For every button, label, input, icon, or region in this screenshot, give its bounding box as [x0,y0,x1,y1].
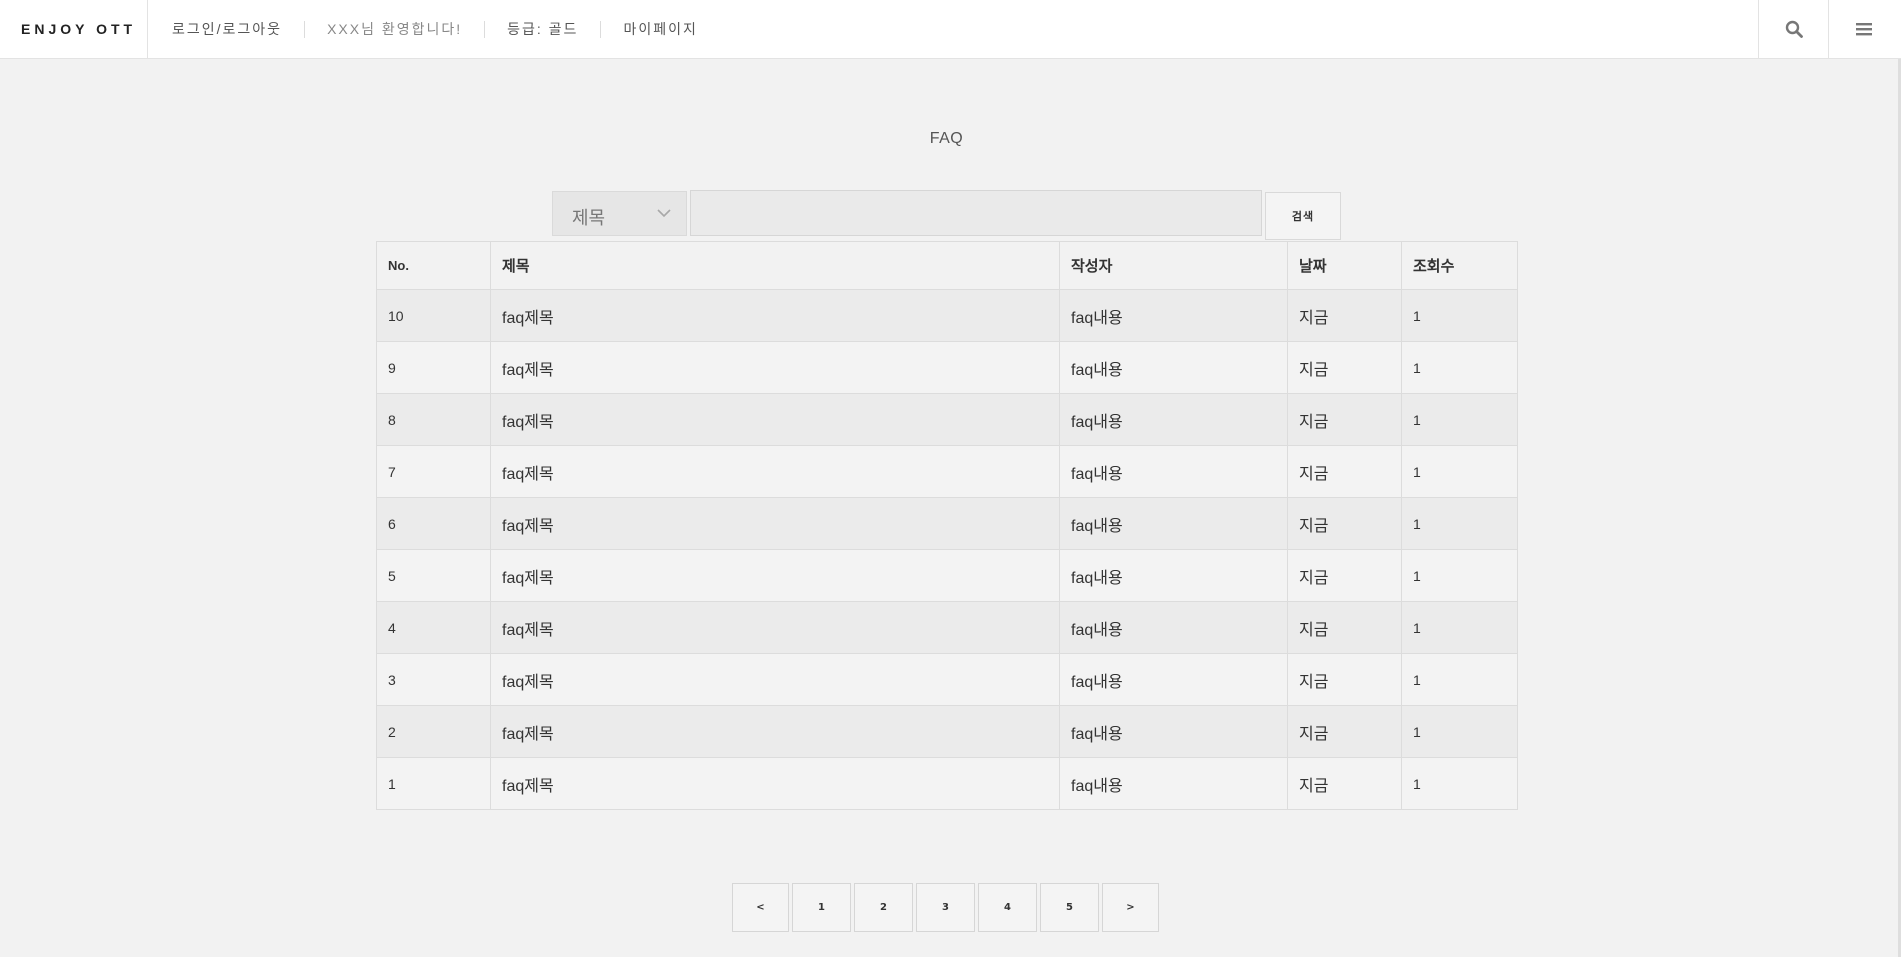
row-views: 1 [1401,601,1518,654]
login-logout-link[interactable]: 로그인/로그아웃 [148,21,304,38]
page-button-2[interactable]: 2 [854,883,913,932]
row-views: 1 [1401,549,1518,602]
row-date: 지금 [1287,705,1402,758]
row-number: 5 [376,549,491,602]
table-row[interactable]: 1 faq제목 faq내용 지금 1 [376,757,1518,810]
search-field-selected-value: 제목 [572,208,606,228]
faq-table: No. 제목 작성자 날짜 조회수 10 faq제목 faq내용 지금 1 9 … [376,241,1518,810]
row-date: 지금 [1287,445,1402,498]
column-header-views: 조회수 [1401,241,1518,290]
chevron-down-icon [657,209,671,218]
header-search-button[interactable] [1758,0,1828,58]
row-title-link[interactable]: faq제목 [490,705,1060,758]
search-input[interactable] [690,190,1262,236]
search-icon [1785,20,1803,38]
row-writer: faq내용 [1059,497,1288,550]
row-views: 1 [1401,341,1518,394]
page-prev-button[interactable]: < [732,883,789,932]
row-date: 지금 [1287,289,1402,342]
table-row[interactable]: 8 faq제목 faq내용 지금 1 [376,393,1518,446]
column-header-date: 날짜 [1287,241,1402,290]
table-row[interactable]: 6 faq제목 faq내용 지금 1 [376,497,1518,550]
search-button[interactable]: 검색 [1265,192,1341,240]
row-number: 3 [376,653,491,706]
table-row[interactable]: 4 faq제목 faq내용 지금 1 [376,601,1518,654]
row-views: 1 [1401,705,1518,758]
mypage-link[interactable]: 마이페이지 [600,20,719,38]
row-number: 10 [376,289,491,342]
row-writer: faq내용 [1059,757,1288,810]
pagination: < 1 2 3 4 5 > [732,883,1162,932]
row-writer: faq내용 [1059,601,1288,654]
row-number: 6 [376,497,491,550]
page-next-button[interactable]: > [1102,883,1159,932]
table-row[interactable]: 7 faq제목 faq내용 지금 1 [376,445,1518,498]
row-number: 8 [376,393,491,446]
row-writer: faq내용 [1059,445,1288,498]
row-number: 7 [376,445,491,498]
header-links: 로그인/로그아웃 XXX님 환영합니다! 등급: 골드 마이페이지 [148,0,720,58]
menu-icon [1855,23,1872,36]
table-row[interactable]: 2 faq제목 faq내용 지금 1 [376,705,1518,758]
column-header-writer: 작성자 [1059,241,1288,290]
row-number: 9 [376,341,491,394]
row-views: 1 [1401,393,1518,446]
row-views: 1 [1401,497,1518,550]
table-row[interactable]: 9 faq제목 faq내용 지금 1 [376,341,1518,394]
page-button-5[interactable]: 5 [1040,883,1099,932]
grade-text: 등급: 골드 [484,20,600,38]
table-row[interactable]: 3 faq제목 faq내용 지금 1 [376,653,1518,706]
page-title: FAQ [929,130,964,147]
page-button-4[interactable]: 4 [978,883,1037,932]
row-views: 1 [1401,757,1518,810]
row-views: 1 [1401,445,1518,498]
row-date: 지금 [1287,757,1402,810]
row-writer: faq내용 [1059,341,1288,394]
row-date: 지금 [1287,393,1402,446]
row-title-link[interactable]: faq제목 [490,341,1060,394]
row-number: 4 [376,601,491,654]
row-writer: faq내용 [1059,705,1288,758]
brand-logo[interactable]: ENJOY OTT [0,0,148,58]
search-field-select[interactable]: 제목 [552,191,687,236]
row-writer: faq내용 [1059,549,1288,602]
row-number: 2 [376,705,491,758]
row-title-link[interactable]: faq제목 [490,289,1060,342]
table-row[interactable]: 10 faq제목 faq내용 지금 1 [376,289,1518,342]
row-number: 1 [376,757,491,810]
row-views: 1 [1401,653,1518,706]
table-header-row: No. 제목 작성자 날짜 조회수 [376,241,1518,290]
row-writer: faq내용 [1059,289,1288,342]
row-title-link[interactable]: faq제목 [490,445,1060,498]
row-title-link[interactable]: faq제목 [490,549,1060,602]
table-row[interactable]: 5 faq제목 faq내용 지금 1 [376,549,1518,602]
page-button-1[interactable]: 1 [792,883,851,932]
row-writer: faq내용 [1059,393,1288,446]
row-date: 지금 [1287,601,1402,654]
row-title-link[interactable]: faq제목 [490,757,1060,810]
row-date: 지금 [1287,653,1402,706]
header-menu-button[interactable] [1828,0,1898,58]
row-date: 지금 [1287,497,1402,550]
row-title-link[interactable]: faq제목 [490,393,1060,446]
row-date: 지금 [1287,549,1402,602]
column-header-no: No. [376,241,491,290]
page-button-3[interactable]: 3 [916,883,975,932]
row-title-link[interactable]: faq제목 [490,601,1060,654]
row-views: 1 [1401,289,1518,342]
row-title-link[interactable]: faq제목 [490,653,1060,706]
row-date: 지금 [1287,341,1402,394]
welcome-text: XXX님 환영합니다! [304,20,484,38]
row-title-link[interactable]: faq제목 [490,497,1060,550]
column-header-title: 제목 [490,241,1060,290]
top-navigation-bar: ENJOY OTT 로그인/로그아웃 XXX님 환영합니다! 등급: 골드 마이… [0,0,1901,59]
row-writer: faq내용 [1059,653,1288,706]
